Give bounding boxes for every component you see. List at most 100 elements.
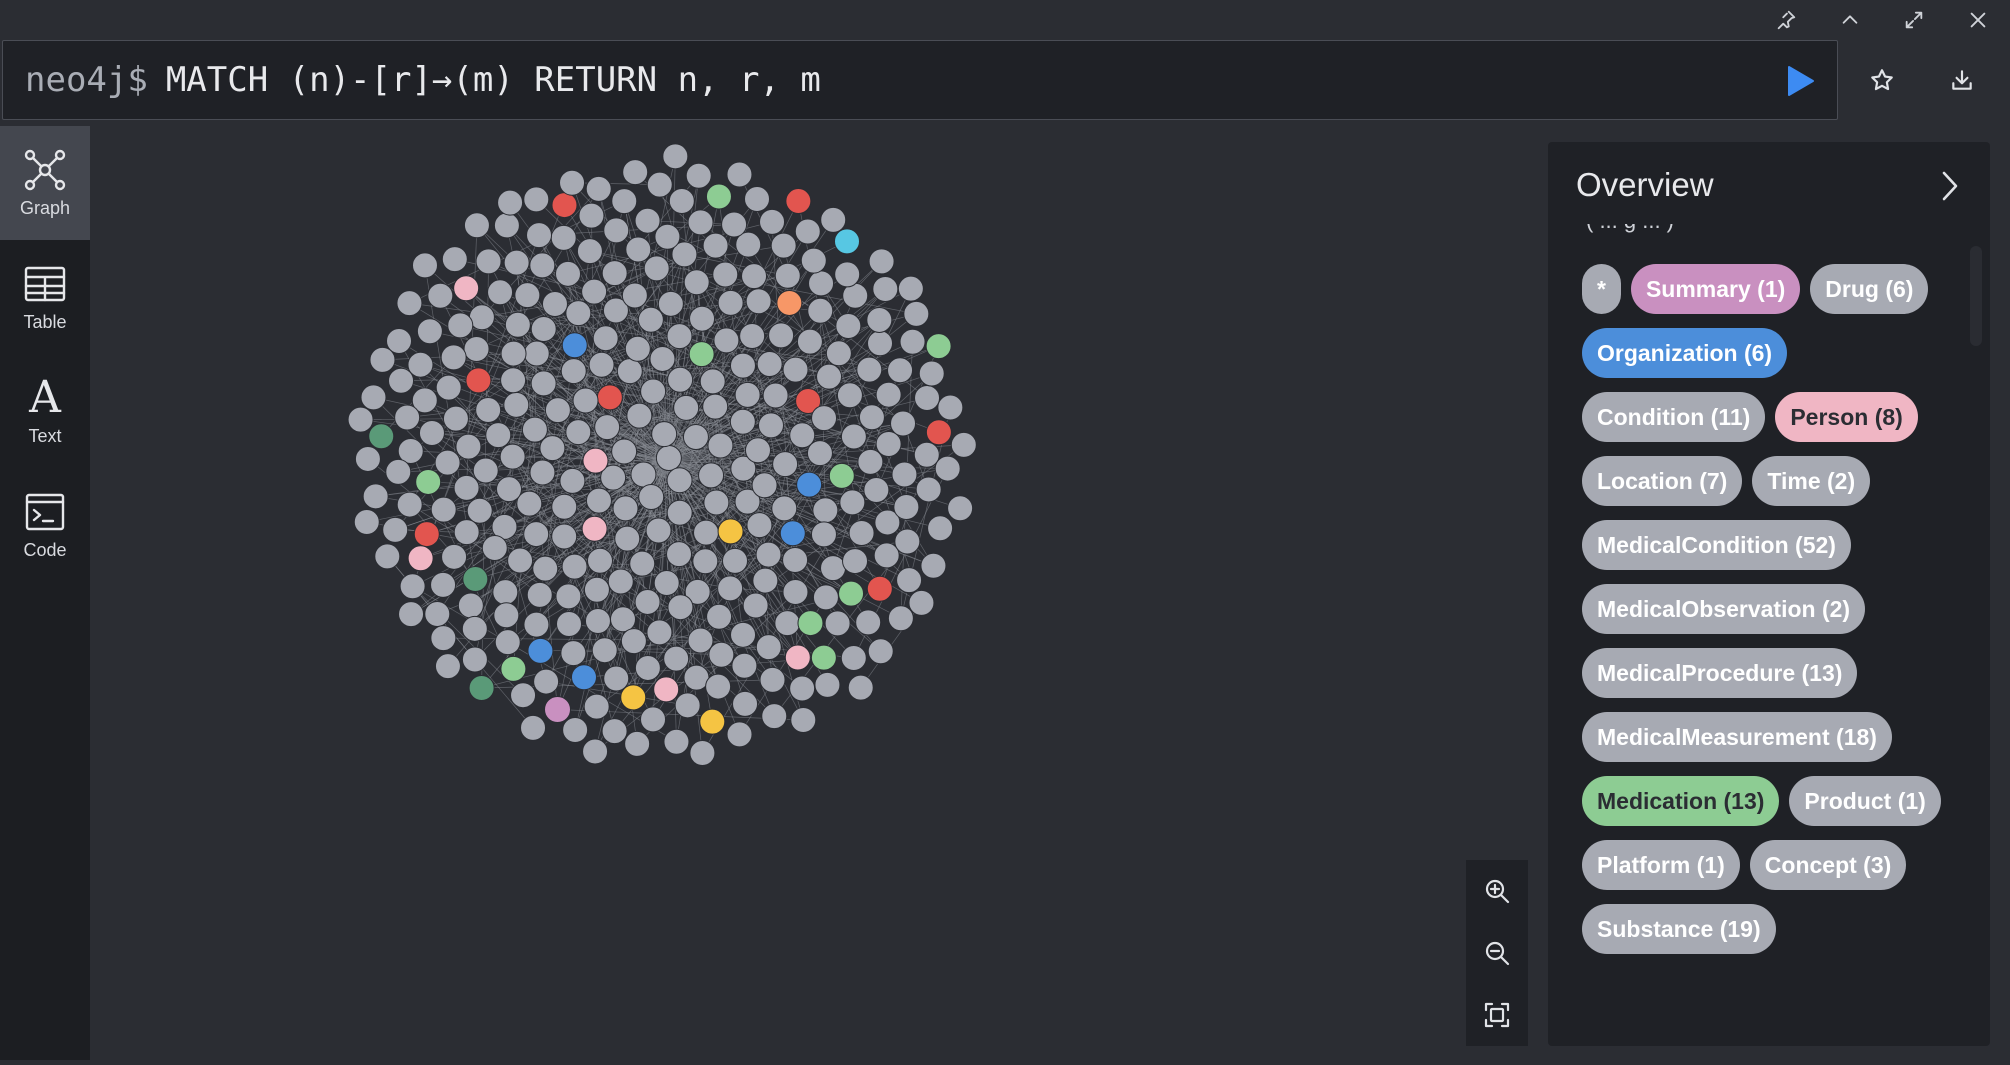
- graph-node[interactable]: [654, 677, 679, 702]
- graph-node[interactable]: [926, 334, 951, 359]
- graph-node[interactable]: [812, 406, 837, 431]
- graph-node[interactable]: [622, 283, 647, 308]
- graph-node[interactable]: [669, 189, 694, 214]
- graph-node[interactable]: [926, 420, 951, 445]
- graph-node[interactable]: [790, 676, 815, 701]
- graph-node[interactable]: [703, 394, 728, 419]
- graph-node[interactable]: [759, 413, 784, 438]
- graph-node[interactable]: [664, 729, 689, 754]
- graph-node[interactable]: [888, 358, 913, 383]
- graph-node[interactable]: [704, 490, 729, 515]
- label-pill[interactable]: Time (2): [1752, 456, 1870, 506]
- graph-node[interactable]: [837, 383, 862, 408]
- graph-node[interactable]: [841, 646, 866, 671]
- graph-node[interactable]: [494, 603, 519, 628]
- graph-node[interactable]: [545, 398, 570, 423]
- graph-node[interactable]: [732, 653, 757, 678]
- graph-node[interactable]: [408, 546, 433, 571]
- graph-node[interactable]: [809, 271, 834, 296]
- graph-node[interactable]: [807, 441, 832, 466]
- graph-node[interactable]: [856, 610, 881, 635]
- graph-node[interactable]: [545, 696, 571, 722]
- label-pill[interactable]: Concept (3): [1750, 840, 1907, 890]
- graph-node[interactable]: [868, 639, 893, 664]
- graph-node[interactable]: [777, 290, 802, 315]
- graph-node[interactable]: [900, 329, 925, 354]
- graph-node[interactable]: [735, 382, 760, 407]
- graph-node[interactable]: [586, 176, 611, 201]
- graph-node[interactable]: [583, 448, 608, 473]
- graph-node[interactable]: [533, 556, 558, 581]
- graph-node[interactable]: [551, 225, 576, 250]
- graph-node[interactable]: [813, 585, 838, 610]
- graph-node[interactable]: [921, 553, 946, 578]
- graph-node[interactable]: [521, 715, 546, 740]
- graph-node[interactable]: [610, 607, 635, 632]
- graph-node[interactable]: [888, 606, 913, 631]
- graph-node[interactable]: [756, 635, 781, 660]
- graph-node[interactable]: [785, 645, 810, 670]
- graph-node[interactable]: [935, 456, 960, 481]
- graph-node[interactable]: [876, 382, 901, 407]
- sidebar-item-code[interactable]: Code: [0, 468, 90, 582]
- graph-node[interactable]: [488, 280, 513, 305]
- graph-node[interactable]: [500, 444, 525, 469]
- graph-node[interactable]: [621, 685, 646, 710]
- graph-node[interactable]: [498, 190, 523, 215]
- graph-node[interactable]: [463, 567, 488, 592]
- graph-node[interactable]: [524, 341, 549, 366]
- graph-node[interactable]: [563, 717, 588, 742]
- close-button[interactable]: [1946, 0, 2010, 40]
- graph-node[interactable]: [895, 529, 920, 554]
- graph-node[interactable]: [718, 290, 743, 315]
- graph-node[interactable]: [524, 187, 549, 212]
- graph-node[interactable]: [772, 496, 797, 521]
- graph-node[interactable]: [458, 593, 483, 618]
- graph-node[interactable]: [531, 371, 556, 396]
- graph-node[interactable]: [467, 498, 492, 523]
- graph-node[interactable]: [708, 433, 733, 458]
- graph-node[interactable]: [501, 341, 526, 366]
- graph-node[interactable]: [435, 450, 460, 475]
- graph-node[interactable]: [650, 346, 675, 371]
- graph-node[interactable]: [722, 212, 747, 237]
- graph-node[interactable]: [938, 395, 963, 420]
- graph-node[interactable]: [527, 582, 552, 607]
- graph-node[interactable]: [625, 731, 650, 756]
- graph-node[interactable]: [625, 336, 650, 361]
- label-pill[interactable]: Person (8): [1775, 392, 1917, 442]
- graph-node[interactable]: [631, 462, 656, 487]
- graph-node[interactable]: [700, 369, 725, 394]
- label-pill[interactable]: Summary (1): [1631, 264, 1800, 314]
- graph-node[interactable]: [740, 324, 765, 349]
- graph-node[interactable]: [617, 359, 642, 384]
- graph-canvas[interactable]: [90, 126, 1550, 1060]
- graph-node[interactable]: [473, 458, 498, 483]
- graph-node[interactable]: [811, 522, 836, 547]
- graph-node[interactable]: [801, 248, 826, 273]
- label-pill[interactable]: Organization (6): [1582, 328, 1787, 378]
- label-pill[interactable]: Condition (11): [1582, 392, 1765, 442]
- graph-node[interactable]: [604, 218, 629, 243]
- graph-node[interactable]: [511, 683, 536, 708]
- graph-node[interactable]: [493, 580, 518, 605]
- graph-node[interactable]: [811, 645, 836, 670]
- graph-node[interactable]: [482, 535, 507, 560]
- graph-node[interactable]: [783, 579, 808, 604]
- graph-node[interactable]: [668, 595, 693, 620]
- graph-node[interactable]: [363, 484, 388, 509]
- sidebar-item-graph[interactable]: Graph: [0, 126, 90, 240]
- graph-node[interactable]: [476, 249, 501, 274]
- graph-node[interactable]: [612, 189, 637, 214]
- graph-node[interactable]: [864, 478, 889, 503]
- graph-node[interactable]: [894, 494, 919, 519]
- graph-node[interactable]: [876, 431, 901, 456]
- graph-node[interactable]: [638, 307, 663, 332]
- graph-node[interactable]: [658, 291, 683, 316]
- graph-node[interactable]: [560, 468, 585, 493]
- graph-node[interactable]: [646, 518, 671, 543]
- graph-node[interactable]: [664, 646, 689, 671]
- graph-node[interactable]: [733, 691, 758, 716]
- graph-node[interactable]: [797, 472, 822, 497]
- graph-node[interactable]: [706, 674, 731, 699]
